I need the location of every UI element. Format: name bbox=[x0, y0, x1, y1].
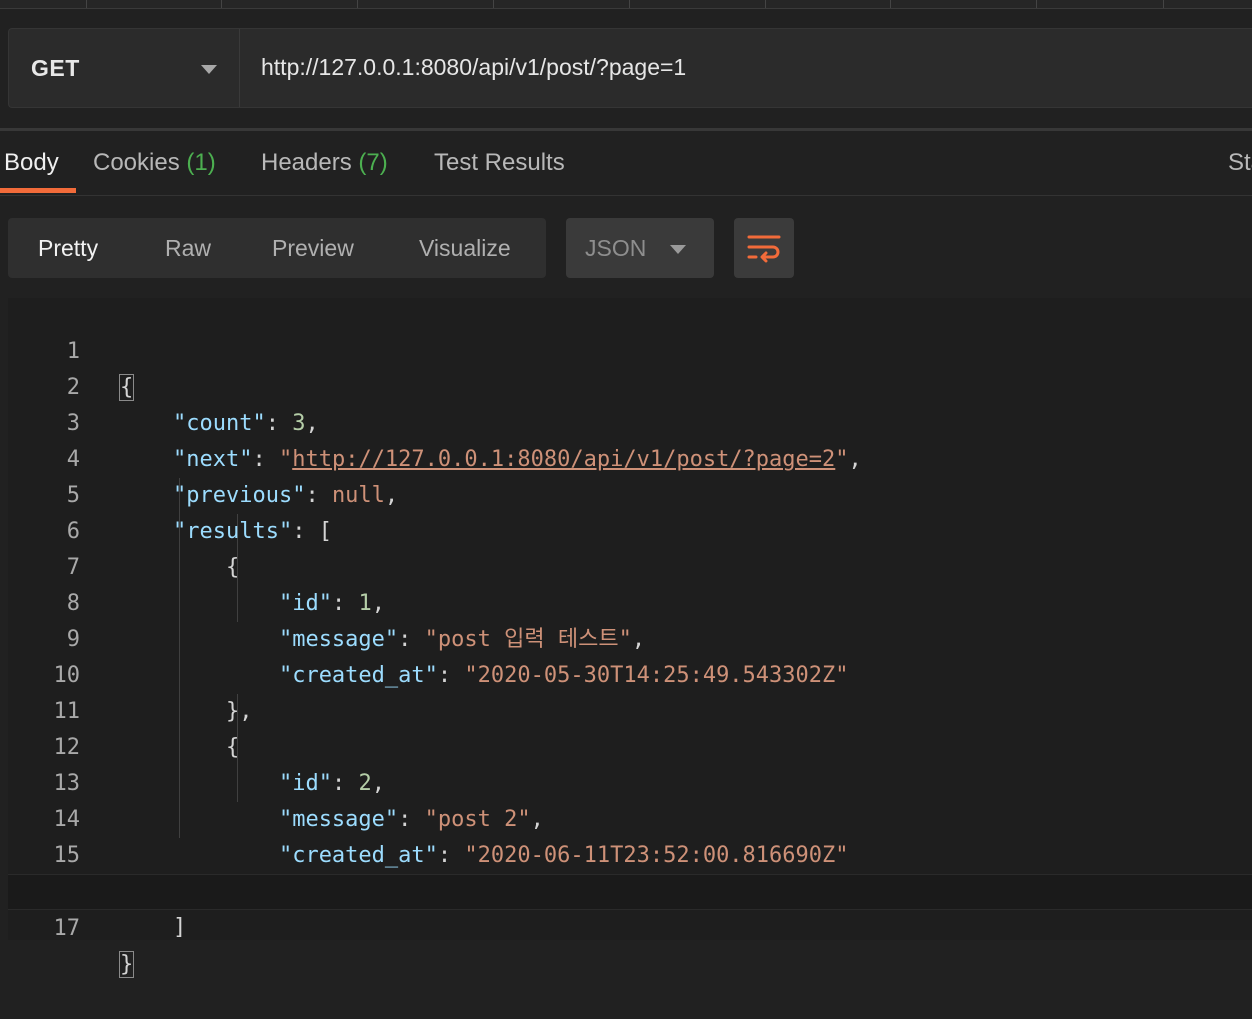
format-pretty[interactable]: Pretty bbox=[38, 235, 98, 262]
active-tab-indicator bbox=[0, 188, 76, 193]
wrap-lines-button[interactable] bbox=[734, 218, 794, 278]
code-line: 8 "message": "post 입력 테스트", bbox=[8, 550, 1252, 652]
code-text: } bbox=[118, 947, 135, 983]
tab-separator bbox=[765, 0, 766, 8]
code-line: 13 "message": "post 2", bbox=[8, 730, 1252, 832]
tab-separator bbox=[1036, 0, 1037, 8]
code-line: 7 "id": 1, bbox=[8, 514, 1252, 616]
format-preview[interactable]: Preview bbox=[272, 235, 354, 262]
language-select[interactable]: JSON bbox=[566, 218, 714, 278]
method-select[interactable]: GET bbox=[9, 29, 240, 107]
window-tab-strip bbox=[0, 0, 1252, 9]
code-line: 12 "id": 2, bbox=[8, 694, 1252, 796]
code-line: 4 "previous": null, bbox=[8, 406, 1252, 508]
tab-headers[interactable]: Headers (7) bbox=[261, 149, 388, 177]
code-line: 9 "created_at": "2020-05-30T14:25:49.543… bbox=[8, 586, 1252, 688]
status-label: Sta bbox=[1228, 149, 1252, 177]
code-line: 16 ] bbox=[8, 838, 1252, 940]
tab-count: (7) bbox=[358, 149, 388, 176]
tab-label: Test Results bbox=[434, 149, 565, 176]
tab-cookies[interactable]: Cookies (1) bbox=[93, 149, 216, 177]
tab-separator bbox=[629, 0, 630, 8]
code-line-current: 17 } bbox=[8, 874, 1252, 978]
format-raw[interactable]: Raw bbox=[165, 235, 211, 262]
tab-separator bbox=[1163, 0, 1164, 8]
body-format-toggle: Pretty Raw Preview Visualize bbox=[8, 218, 546, 278]
code-line: 6 { bbox=[8, 478, 1252, 580]
response-body-editor[interactable]: 1 { 2 "count": 3, 3 "next": "http://127.… bbox=[8, 298, 1252, 978]
chevron-down-icon bbox=[670, 245, 686, 254]
tab-label: Cookies bbox=[93, 149, 180, 176]
tab-label: Body bbox=[4, 149, 59, 176]
tab-count: (1) bbox=[186, 149, 216, 176]
url-input[interactable]: http://127.0.0.1:8080/api/v1/post/?page=… bbox=[261, 54, 686, 81]
tab-separator bbox=[86, 0, 87, 8]
tab-test-results[interactable]: Test Results bbox=[434, 149, 565, 177]
format-visualize[interactable]: Visualize bbox=[419, 235, 511, 262]
code-line: 5 "results": [ bbox=[8, 442, 1252, 544]
tab-separator bbox=[221, 0, 222, 8]
tab-separator bbox=[890, 0, 891, 8]
request-bar: GET http://127.0.0.1:8080/api/v1/post/?p… bbox=[8, 28, 1252, 108]
line-number: 17 bbox=[53, 916, 81, 941]
tab-separator bbox=[357, 0, 358, 8]
code-line: 10 }, bbox=[8, 622, 1252, 724]
language-label: JSON bbox=[585, 235, 647, 261]
wrap-lines-icon bbox=[747, 235, 781, 263]
code-line: 3 "next": "http://127.0.0.1:8080/api/v1/… bbox=[8, 370, 1252, 472]
code-line: 2 "count": 3, bbox=[8, 334, 1252, 436]
tab-body[interactable]: Body bbox=[4, 149, 59, 177]
tab-label: Headers bbox=[261, 149, 352, 176]
code-line: 1 { bbox=[8, 298, 1252, 401]
code-line: 15 } bbox=[8, 802, 1252, 904]
response-tabs: Body Cookies (1) Headers (7) Test Result… bbox=[0, 131, 1252, 196]
code-line: 11 { bbox=[8, 658, 1252, 760]
status-label-text: Sta bbox=[1228, 149, 1252, 176]
chevron-down-icon bbox=[201, 65, 217, 74]
tab-separator bbox=[493, 0, 494, 8]
close-brace: } bbox=[118, 951, 135, 978]
code-line: 14 "created_at": "2020-06-11T23:52:00.81… bbox=[8, 766, 1252, 868]
code-text: ] bbox=[172, 915, 187, 940]
method-label: GET bbox=[31, 55, 80, 81]
